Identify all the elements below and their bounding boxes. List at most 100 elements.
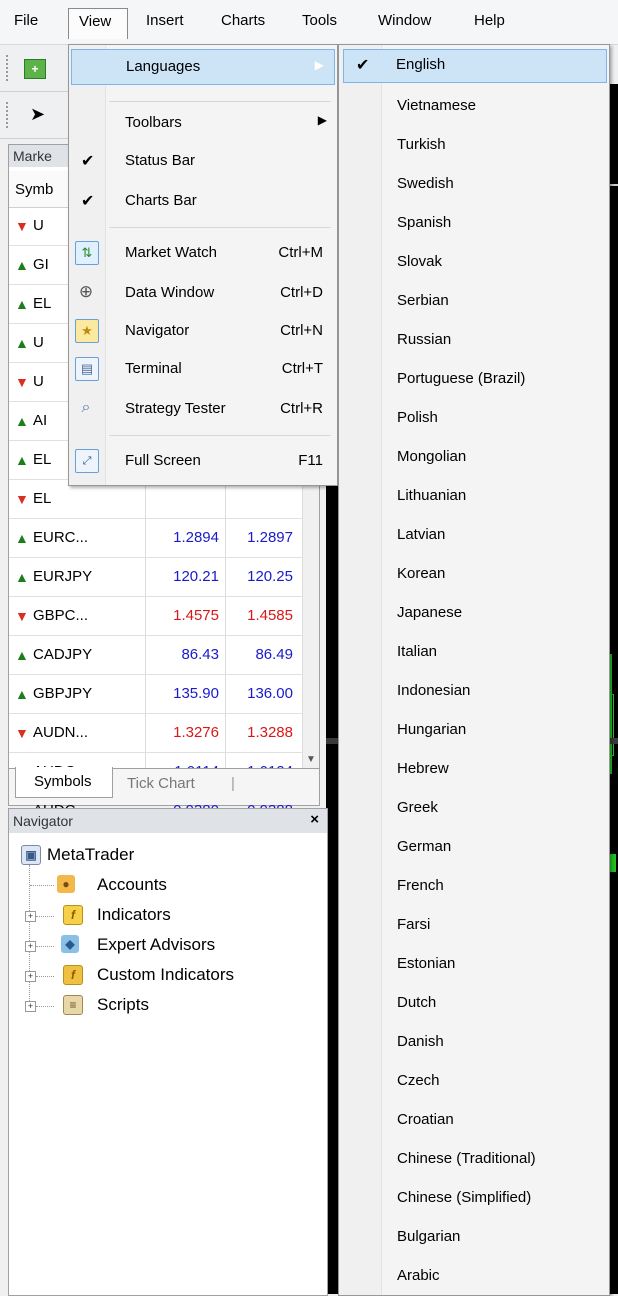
menu-window[interactable]: Window — [378, 12, 431, 29]
tab-symbols-label: Symbols — [34, 773, 92, 790]
language-item[interactable]: Latvian — [339, 516, 609, 554]
language-label: Arabic — [397, 1267, 440, 1284]
table-row[interactable]: ▲ GBPJPY 135.90 136.00 — [9, 675, 309, 714]
indicators-icon: f — [63, 905, 83, 925]
new-chart-icon[interactable]: + — [24, 59, 46, 79]
table-row[interactable]: ▼ AUDN... 1.3276 1.3288 — [9, 714, 309, 753]
table-row[interactable]: ▲ EURJPY 120.21 120.25 — [9, 558, 309, 597]
language-item[interactable]: Lithuanian — [339, 477, 609, 515]
language-item[interactable]: Russian — [339, 321, 609, 359]
language-item[interactable]: German — [339, 828, 609, 866]
toolbar-grip[interactable] — [6, 102, 12, 128]
tree-item-expert-advisors[interactable]: Expert Advisors — [97, 935, 215, 955]
language-label: French — [397, 877, 444, 894]
language-item[interactable]: Arabic — [339, 1257, 609, 1295]
menu-item-data-window[interactable]: ⊕ Data Window Ctrl+D — [69, 275, 337, 311]
arrow-down-icon: ▼ — [15, 725, 29, 741]
expand-icon[interactable]: + — [25, 911, 36, 922]
language-item[interactable]: French — [339, 867, 609, 905]
language-item[interactable]: Swedish — [339, 165, 609, 203]
navigator-icon: ★ — [75, 319, 99, 343]
menu-separator — [109, 227, 331, 228]
language-item[interactable]: Greek — [339, 789, 609, 827]
tree-root-metatrader[interactable]: MetaTrader — [47, 845, 134, 865]
language-item[interactable]: Polish — [339, 399, 609, 437]
expand-icon[interactable]: + — [25, 971, 36, 982]
menu-view[interactable]: View — [68, 8, 128, 39]
language-item[interactable]: Japanese — [339, 594, 609, 632]
symbol-cell: U — [33, 217, 44, 234]
language-item[interactable]: Hebrew — [339, 750, 609, 788]
language-item[interactable]: Turkish — [339, 126, 609, 164]
language-item[interactable]: Bulgarian — [339, 1218, 609, 1256]
accounts-icon: ● — [57, 875, 75, 893]
toolbar-grip[interactable] — [6, 55, 12, 81]
symbol-cell: CADJPY — [33, 646, 93, 663]
menu-help[interactable]: Help — [474, 12, 505, 29]
language-item[interactable]: Portuguese (Brazil) — [339, 360, 609, 398]
menu-separator — [109, 101, 331, 102]
language-item[interactable]: Czech — [339, 1062, 609, 1100]
column-symbol-header[interactable]: Symb — [15, 181, 53, 198]
expert-advisors-icon: ◆ — [61, 935, 79, 953]
menu-tools[interactable]: Tools — [302, 12, 337, 29]
table-row[interactable]: ▼ GBPC... 1.4575 1.4585 — [9, 597, 309, 636]
tab-symbols[interactable]: Symbols — [15, 767, 113, 798]
menu-insert[interactable]: Insert — [146, 12, 184, 29]
checkmark-icon: ✔ — [356, 57, 370, 74]
menu-item-full-screen[interactable]: ⤢ Full Screen F11 — [69, 443, 337, 479]
bid-cell: 1.4575 — [173, 607, 219, 624]
language-item[interactable]: Croatian — [339, 1101, 609, 1139]
cursor-arrow-icon[interactable]: ➤ — [30, 104, 45, 125]
menu-item-label: Terminal — [125, 360, 182, 377]
menu-item-market-watch[interactable]: ⇅ Market Watch Ctrl+M — [69, 235, 337, 271]
menu-item-terminal[interactable]: ▤ Terminal Ctrl+T — [69, 351, 337, 387]
language-item[interactable]: Farsi — [339, 906, 609, 944]
symbol-cell: U — [33, 373, 44, 390]
arrow-up-icon: ▲ — [15, 452, 29, 468]
tree-item-indicators[interactable]: Indicators — [97, 905, 171, 925]
language-item[interactable]: Slovak — [339, 243, 609, 281]
language-item[interactable]: Vietnamese — [339, 87, 609, 125]
menu-item-status-bar[interactable]: ✔ Status Bar — [69, 143, 337, 179]
language-item[interactable]: Italian — [339, 633, 609, 671]
tab-tick-chart[interactable]: Tick Chart — [127, 775, 195, 792]
language-item[interactable]: Danish — [339, 1023, 609, 1061]
expand-icon[interactable]: + — [25, 1001, 36, 1012]
language-item[interactable]: Estonian — [339, 945, 609, 983]
language-item[interactable]: Serbian — [339, 282, 609, 320]
tree-line — [29, 865, 30, 1007]
menu-item-label: Strategy Tester — [125, 400, 226, 417]
menu-item-toolbars[interactable]: Toolbars ▶ — [69, 105, 337, 141]
language-item[interactable]: Dutch — [339, 984, 609, 1022]
menu-item-charts-bar[interactable]: ✔ Charts Bar — [69, 183, 337, 219]
table-row[interactable]: ▲ EURC... 1.2894 1.2897 — [9, 519, 309, 558]
language-label: Vietnamese — [397, 97, 476, 114]
menu-separator — [109, 435, 331, 436]
menu-item-navigator[interactable]: ★ Navigator Ctrl+N — [69, 313, 337, 349]
menu-item-strategy-tester[interactable]: ⌕ Strategy Tester Ctrl+R — [69, 391, 337, 427]
scroll-down-icon[interactable]: ▼ — [306, 754, 316, 765]
language-item[interactable]: ✔ English — [343, 49, 607, 83]
language-label: Korean — [397, 565, 446, 582]
menu-item-languages[interactable]: Languages ▶ — [71, 49, 335, 85]
metatrader-icon: ▣ — [21, 845, 41, 865]
language-item[interactable]: Mongolian — [339, 438, 609, 476]
language-label: Serbian — [397, 292, 449, 309]
bid-cell: 1.3276 — [173, 724, 219, 741]
language-item[interactable]: Indonesian — [339, 672, 609, 710]
language-item[interactable]: Korean — [339, 555, 609, 593]
tree-item-accounts[interactable]: Accounts — [97, 875, 167, 895]
close-icon[interactable]: × — [310, 811, 319, 828]
language-item[interactable]: Hungarian — [339, 711, 609, 749]
menu-file[interactable]: File — [14, 12, 38, 29]
language-item[interactable]: Chinese (Simplified) — [339, 1179, 609, 1217]
tree-item-scripts[interactable]: Scripts — [97, 995, 149, 1015]
tab-separator: | — [231, 775, 235, 792]
language-item[interactable]: Spanish — [339, 204, 609, 242]
tree-item-custom-indicators[interactable]: Custom Indicators — [97, 965, 234, 985]
menu-charts[interactable]: Charts — [221, 12, 265, 29]
expand-icon[interactable]: + — [25, 941, 36, 952]
table-row[interactable]: ▲ CADJPY 86.43 86.49 — [9, 636, 309, 675]
language-item[interactable]: Chinese (Traditional) — [339, 1140, 609, 1178]
